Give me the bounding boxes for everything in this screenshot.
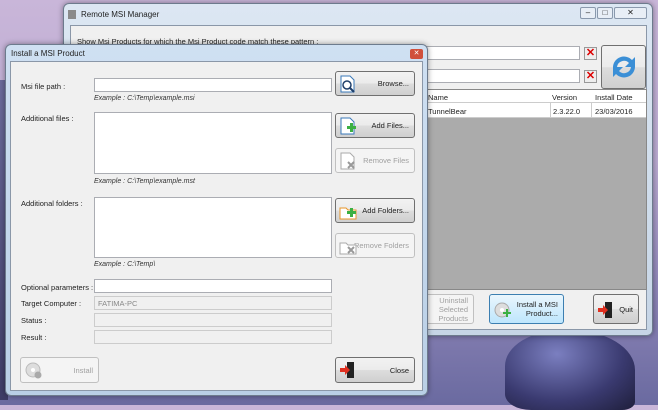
- target-computer-label: Target Computer :: [21, 299, 82, 308]
- remove-folders-button[interactable]: Remove Folders: [335, 233, 415, 258]
- browse-label: Browse...: [377, 79, 409, 88]
- add-folders-label: Add Folders...: [362, 206, 409, 215]
- column-header-install-date[interactable]: Install Date: [595, 93, 633, 102]
- status-label: Status :: [21, 316, 47, 325]
- msi-path-label: Msi file path :: [21, 82, 66, 91]
- install-msi-product-button[interactable]: Install a MSI Product...: [489, 294, 564, 324]
- install-dialog: Install a MSI Product ✕ Msi file path : …: [5, 44, 428, 396]
- clear-pattern-2-button[interactable]: ✕: [584, 70, 597, 83]
- column-header-name[interactable]: Name: [428, 93, 448, 102]
- maximize-button[interactable]: □: [597, 7, 613, 19]
- files-example: Example : C:\Temp\example.mst: [94, 178, 195, 185]
- dialog-close-button[interactable]: ✕: [410, 49, 423, 59]
- cell-version: 2.3.22.0: [550, 103, 582, 117]
- additional-folders-label: Additional folders :: [21, 199, 83, 208]
- result-label: Result :: [21, 333, 47, 342]
- remove-file-icon: [340, 152, 355, 170]
- exit-door-icon: [598, 302, 612, 318]
- folders-example: Example : C:\Temp\: [94, 261, 156, 268]
- refresh-icon: [612, 56, 635, 78]
- install-button[interactable]: Install: [20, 357, 99, 383]
- browse-button[interactable]: Browse...: [335, 71, 415, 96]
- close-button[interactable]: Close: [335, 357, 415, 383]
- minimize-button[interactable]: –: [580, 7, 596, 19]
- status-field: [94, 313, 332, 327]
- dialog-title: Install a MSI Product: [11, 49, 85, 58]
- remove-files-label: Remove Files: [363, 156, 409, 165]
- app-icon: [68, 10, 76, 19]
- table-row[interactable]: TunnelBear 2.3.22.0 23/03/2016: [422, 103, 646, 118]
- desktop-rock: [505, 330, 635, 410]
- main-window-title: Remote MSI Manager: [81, 10, 160, 19]
- refresh-button[interactable]: [601, 45, 646, 89]
- close-window-button[interactable]: ✕: [614, 7, 647, 19]
- add-files-label: Add Files...: [371, 121, 409, 130]
- remove-folder-icon: [339, 242, 357, 255]
- remove-folders-label: Remove Folders: [353, 241, 409, 250]
- products-grid[interactable]: Name Version Install Date TunnelBear 2.3…: [421, 89, 647, 290]
- close-label: Close: [389, 365, 409, 375]
- target-computer-field: FATIMA-PC: [94, 296, 332, 310]
- add-folder-icon: [339, 207, 357, 220]
- additional-folders-list[interactable]: [94, 197, 332, 258]
- cell-name: TunnelBear: [428, 107, 467, 116]
- add-file-icon: [340, 117, 356, 135]
- additional-files-label: Additional files :: [21, 114, 74, 123]
- clear-pattern-1-button[interactable]: ✕: [584, 47, 597, 60]
- install-label: Install: [73, 365, 93, 375]
- cd-install-icon: [25, 362, 42, 379]
- dialog-client: Msi file path : Browse... Example : C:\T…: [10, 61, 423, 391]
- search-file-icon: [340, 75, 355, 93]
- exit-door-icon: [340, 362, 354, 378]
- cell-install-date: 23/03/2016: [591, 103, 636, 117]
- msi-example: Example : C:\Temp\example.msi: [94, 95, 195, 102]
- remove-files-button[interactable]: Remove Files: [335, 148, 415, 173]
- install-msi-product-label: Install a MSI Product...: [516, 300, 558, 318]
- msi-path-input[interactable]: [94, 78, 332, 92]
- quit-button[interactable]: Quit: [593, 294, 639, 324]
- optional-parameters-label: Optional parameters :: [21, 283, 94, 292]
- result-field: [94, 330, 332, 344]
- cd-install-icon: [494, 302, 511, 318]
- quit-label: Quit: [619, 304, 633, 314]
- optional-parameters-input[interactable]: [94, 279, 332, 293]
- add-folders-button[interactable]: Add Folders...: [335, 198, 415, 223]
- add-files-button[interactable]: Add Files...: [335, 113, 415, 138]
- column-header-version[interactable]: Version: [552, 93, 577, 102]
- additional-files-list[interactable]: [94, 112, 332, 174]
